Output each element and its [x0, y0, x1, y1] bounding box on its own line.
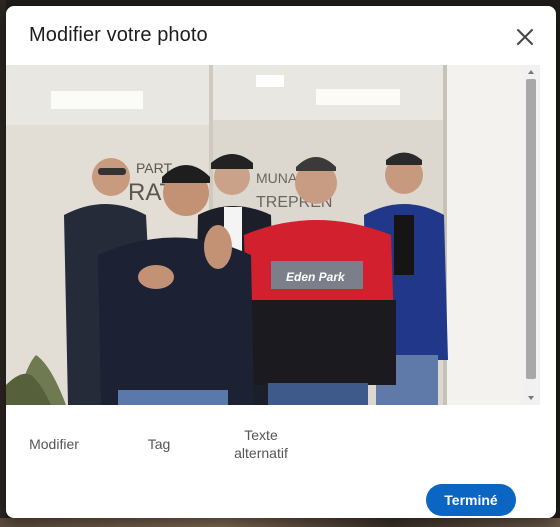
scroll-down-icon[interactable]	[522, 391, 540, 405]
done-button[interactable]: Terminé	[426, 484, 516, 516]
photo-actions: Modifier Tag Texte alternatif	[6, 405, 540, 475]
edit-action-button[interactable]: Modifier	[24, 435, 84, 453]
photo-scrollbar[interactable]	[522, 65, 540, 405]
alt-text-label-line2: alternatif	[234, 445, 288, 461]
close-button[interactable]	[508, 20, 542, 54]
page-backdrop-strip	[0, 518, 560, 527]
edit-action-label: Modifier	[29, 436, 79, 452]
scroll-up-icon[interactable]	[522, 65, 540, 79]
alt-text-action-button[interactable]: Texte alternatif	[216, 426, 306, 462]
shirt-text: Eden Park	[286, 270, 346, 284]
scroll-thumb[interactable]	[526, 79, 536, 379]
tag-action-button[interactable]: Tag	[139, 435, 179, 453]
photo-preview: PART RAT MUNAU TREPREN Eden Park	[6, 65, 540, 405]
close-icon	[517, 29, 533, 45]
edit-photo-dialog: Modifier votre photo PART RAT MUNAU TREP…	[6, 6, 556, 518]
dialog-title: Modifier votre photo	[29, 24, 208, 46]
group-photo-image: PART RAT MUNAU TREPREN Eden Park	[6, 65, 540, 405]
dialog-header: Modifier votre photo	[6, 6, 556, 64]
tag-action-label: Tag	[147, 436, 171, 452]
alt-text-label-line1: Texte	[244, 427, 278, 443]
